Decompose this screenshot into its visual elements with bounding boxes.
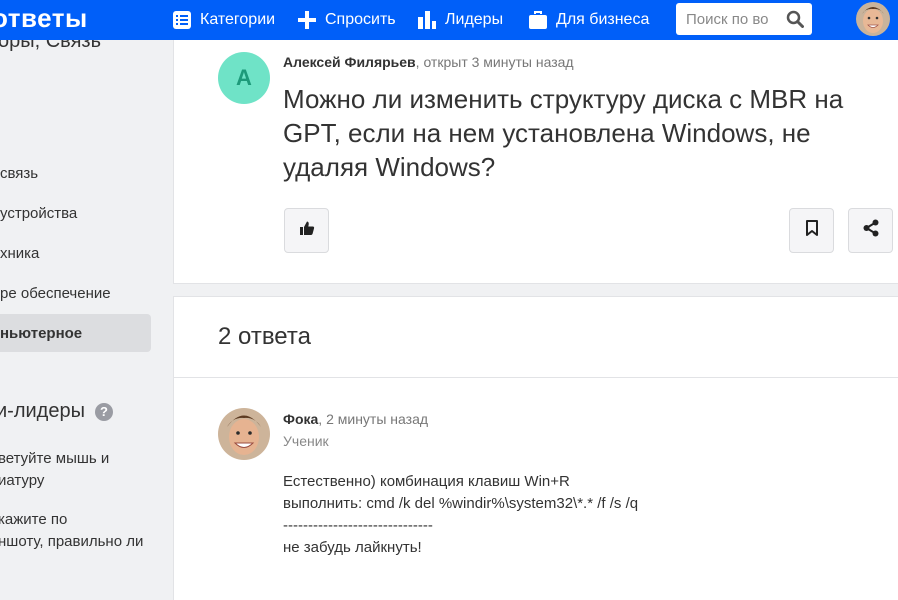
answer-author-status: Ученик: [283, 433, 329, 449]
question-time: , открыт 3 минуты назад: [415, 54, 574, 70]
nav-ask-label: Спросить: [325, 11, 396, 28]
nav-ask[interactable]: Спросить: [297, 0, 396, 40]
answer-author[interactable]: Фока: [283, 411, 318, 427]
search-icon[interactable]: [786, 10, 804, 33]
sidebar-category-title: оры, Связь: [0, 40, 101, 52]
question-title: Можно ли изменить структуру диска с MBR …: [283, 84, 844, 182]
user-avatar[interactable]: [856, 2, 890, 36]
answer-text: Естественно) комбинация клавиш Win+R вып…: [283, 471, 638, 559]
search-input[interactable]: [676, 3, 782, 35]
top-bar: ответы Категории Спросить Лидеры Для биз…: [0, 0, 898, 40]
answer-time: , 2 минуты назад: [318, 411, 429, 427]
nav-business-label: Для бизнеса: [556, 11, 650, 28]
sidebar-leaders-heading: и-лидеры ?: [0, 400, 113, 423]
question-card: A Алексей Филярьев, открыт 3 минуты наза…: [173, 40, 898, 284]
sidebar-question-link-1[interactable]: ветуйте мышь и иатуру: [0, 448, 168, 492]
sidebar-item-devices[interactable]: устройства: [0, 194, 151, 232]
sidebar-item-computer[interactable]: ньютерное: [0, 314, 151, 352]
answer-line: не забудь лайкнуть!: [283, 539, 422, 556]
thumbs-up-icon: [299, 220, 315, 241]
plus-icon: [297, 10, 317, 30]
sidebar-item-hardware[interactable]: хника: [0, 234, 151, 272]
search-box: [676, 3, 812, 35]
author-avatar[interactable]: A: [218, 52, 270, 104]
nav-business[interactable]: Для бизнеса: [528, 0, 649, 40]
nav-leaders[interactable]: Лидеры: [417, 0, 503, 40]
list-icon: [172, 10, 192, 30]
sidebar-link-line: ветуйте мышь и: [0, 450, 110, 467]
answer-author-avatar[interactable]: [218, 408, 270, 460]
share-icon: [862, 219, 880, 242]
answer-line: Естественно) комбинация клавиш Win+R: [283, 473, 570, 490]
briefcase-icon: [528, 10, 548, 30]
sidebar-item-connection[interactable]: связь: [0, 154, 151, 192]
nav-categories-label: Категории: [200, 11, 276, 28]
logo[interactable]: ответы: [0, 3, 88, 34]
bookmark-icon: [805, 220, 819, 241]
answers-count: 2 ответа: [218, 323, 311, 350]
divider: [174, 377, 898, 378]
share-button[interactable]: [848, 208, 893, 253]
bar-chart-icon: [417, 10, 437, 30]
question-icon[interactable]: ?: [94, 402, 113, 421]
like-button[interactable]: [284, 208, 329, 253]
answer-line: выполнить: cmd /k del %windir%\system32\…: [283, 495, 639, 512]
sidebar-link-line: кажите по: [0, 511, 68, 528]
answers-card: 2 ответа Фока, 2 минуты назад Ученик Ест…: [173, 296, 898, 600]
leaders-heading-label: и-лидеры: [0, 400, 85, 422]
bookmark-button[interactable]: [789, 208, 834, 253]
nav-categories[interactable]: Категории: [172, 0, 275, 40]
nav-leaders-label: Лидеры: [445, 11, 504, 28]
sidebar-question-link-2[interactable]: кажите по ншоту, правильно ли: [0, 509, 168, 553]
sidebar-item-software[interactable]: ре обеспечение: [0, 274, 151, 312]
sidebar: оры, Связь связь устройства хника ре обе…: [0, 40, 172, 600]
sidebar-link-line: иатуру: [0, 472, 45, 489]
answer-meta: Фока, 2 минуты назад: [283, 411, 428, 427]
answer-line: ------------------------------: [283, 517, 433, 534]
sidebar-link-line: ншоту, правильно ли: [0, 533, 144, 550]
question-author[interactable]: Алексей Филярьев: [283, 54, 416, 70]
question-meta: Алексей Филярьев, открыт 3 минуты назад: [283, 54, 574, 70]
